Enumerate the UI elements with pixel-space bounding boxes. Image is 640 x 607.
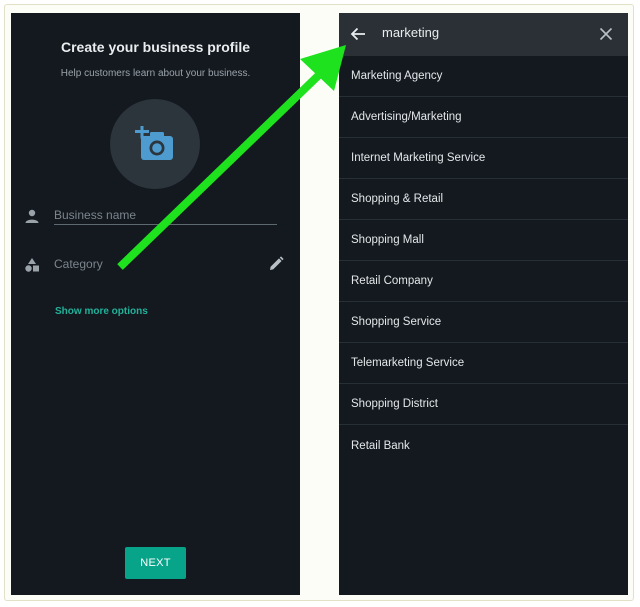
result-item[interactable]: Advertising/Marketing	[339, 97, 628, 138]
show-more-options-link[interactable]: Show more options	[55, 306, 148, 317]
result-item[interactable]: Shopping & Retail	[339, 179, 628, 220]
add-photo-icon	[135, 126, 173, 160]
profile-photo-button[interactable]	[110, 99, 200, 189]
result-item[interactable]: Shopping Mall	[339, 220, 628, 261]
category-field[interactable]: Category	[54, 257, 103, 271]
category-shapes-icon	[25, 258, 39, 272]
page-subtitle: Help customers learn about your business…	[60, 68, 251, 79]
result-item[interactable]: Internet Marketing Service	[339, 138, 628, 179]
result-item[interactable]: Shopping District	[339, 384, 628, 425]
back-arrow-icon[interactable]	[350, 26, 366, 42]
pencil-icon[interactable]	[268, 256, 284, 272]
category-results-list: Marketing Agency Advertising/Marketing I…	[339, 56, 628, 466]
result-item[interactable]: Marketing Agency	[339, 56, 628, 97]
result-item[interactable]: Shopping Service	[339, 302, 628, 343]
result-item[interactable]: Retail Bank	[339, 425, 628, 466]
create-profile-screen: Create your business profile Help custom…	[11, 13, 300, 595]
page-title: Create your business profile	[60, 39, 251, 55]
result-item[interactable]: Retail Company	[339, 261, 628, 302]
close-icon[interactable]	[598, 26, 614, 42]
category-search-screen: Marketing Agency Advertising/Marketing I…	[339, 13, 628, 595]
search-bar	[339, 13, 628, 56]
person-icon	[25, 209, 39, 223]
next-button[interactable]: NEXT	[125, 547, 186, 579]
result-item[interactable]: Telemarketing Service	[339, 343, 628, 384]
category-search-input[interactable]	[382, 25, 572, 40]
business-name-input[interactable]	[54, 208, 277, 225]
